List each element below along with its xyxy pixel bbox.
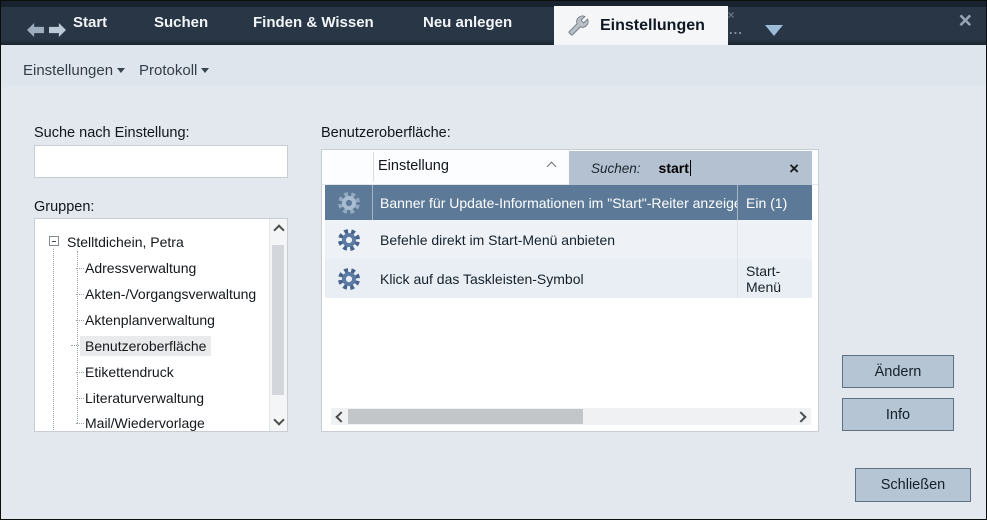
column-header-einstellung[interactable]: Einstellung bbox=[378, 158, 449, 174]
tree-root-node[interactable]: Stelltdichein, Petra bbox=[67, 233, 184, 251]
search-setting-input[interactable] bbox=[34, 145, 288, 178]
table-horizontal-scrollbar[interactable] bbox=[331, 408, 811, 425]
table-row-befehle-startmenu[interactable]: Befehle direkt im Start-Menü anbieten bbox=[325, 220, 812, 259]
search-clear-icon[interactable]: × bbox=[789, 160, 799, 177]
table-header: Einstellung Suchen: start × bbox=[322, 150, 818, 185]
scroll-right-icon[interactable] bbox=[795, 411, 806, 422]
tab-finden-wissen[interactable]: Finden & Wissen bbox=[253, 1, 374, 45]
gear-icon bbox=[325, 259, 373, 298]
menu-bar: Einstellungen Protokoll bbox=[1, 45, 986, 85]
tree-item-aktenplan[interactable]: Aktenplanverwaltung bbox=[85, 311, 215, 329]
table-row-banner-update[interactable]: Banner für Update-Informationen im "Star… bbox=[325, 185, 812, 220]
tree-item-literatur[interactable]: Literaturverwaltung bbox=[85, 389, 204, 407]
setting-value bbox=[737, 220, 812, 259]
tree-connector-line bbox=[53, 249, 54, 430]
scroll-left-icon[interactable] bbox=[335, 411, 346, 422]
tree-item-mail-wiedervorlage[interactable]: Mail/Wiedervorlage bbox=[85, 414, 205, 432]
scrollbar-thumb[interactable] bbox=[348, 409, 583, 424]
tree-expander-icon[interactable] bbox=[49, 236, 59, 246]
menu-protokoll-label: Protokoll bbox=[139, 62, 197, 79]
groups-label: Gruppen: bbox=[34, 199, 94, 215]
menu-einstellungen[interactable]: Einstellungen bbox=[23, 62, 125, 79]
tree-item-benutzeroberflaeche[interactable]: Benutzeroberfläche bbox=[80, 336, 211, 356]
menu-dropdown-caret-icon bbox=[201, 68, 209, 73]
tab-bar: Start Suchen Finden & Wissen Neu anlegen… bbox=[1, 1, 986, 45]
search-setting-label: Suche nach Einstellung: bbox=[34, 125, 190, 141]
scroll-down-icon[interactable] bbox=[273, 414, 284, 425]
tab-overflow-ellipsis[interactable]: ... bbox=[729, 22, 743, 37]
settings-table: Einstellung Suchen: start × Banner für U… bbox=[321, 149, 819, 432]
tab-neu-anlegen[interactable]: Neu anlegen bbox=[423, 1, 512, 45]
settings-window: Start Suchen Finden & Wissen Neu anlegen… bbox=[0, 0, 987, 520]
gear-icon bbox=[325, 220, 373, 259]
schliessen-button[interactable]: Schließen bbox=[855, 468, 971, 502]
window-close-icon[interactable]: × bbox=[959, 9, 972, 32]
active-tab-label: Einstellungen bbox=[600, 17, 705, 35]
table-search-label: Suchen: bbox=[591, 161, 641, 176]
wrench-icon bbox=[568, 15, 589, 36]
setting-name: Klick auf das Taskleisten-Symbol bbox=[373, 271, 737, 287]
menu-einstellungen-label: Einstellungen bbox=[23, 62, 113, 79]
setting-value: Start-Menü bbox=[737, 259, 812, 298]
forward-arrow-icon[interactable] bbox=[49, 23, 66, 37]
tab-list-dropdown-icon[interactable] bbox=[765, 25, 783, 36]
info-button[interactable]: Info bbox=[842, 398, 954, 431]
text-cursor bbox=[690, 160, 691, 176]
tree-vertical-scrollbar[interactable] bbox=[269, 219, 287, 431]
nav-history-arrows bbox=[27, 23, 66, 37]
sort-ascending-icon[interactable] bbox=[547, 162, 557, 172]
tab-suchen[interactable]: Suchen bbox=[154, 1, 208, 45]
setting-value: Ein (1) bbox=[737, 185, 812, 220]
scrollbar-thumb[interactable] bbox=[272, 245, 284, 395]
setting-name: Banner für Update-Informationen im "Star… bbox=[373, 195, 737, 211]
tree-item-adressverwaltung[interactable]: Adressverwaltung bbox=[85, 259, 196, 277]
back-arrow-icon[interactable] bbox=[27, 23, 44, 37]
table-row-taskleisten-symbol[interactable]: Klick auf das Taskleisten-Symbol Start-M… bbox=[325, 259, 812, 298]
aendern-button[interactable]: Ändern bbox=[842, 355, 954, 388]
menu-dropdown-caret-icon bbox=[117, 68, 125, 73]
table-search-value[interactable]: start bbox=[659, 160, 689, 176]
setting-name: Befehle direkt im Start-Menü anbieten bbox=[373, 232, 737, 248]
menu-protokoll[interactable]: Protokoll bbox=[139, 62, 209, 79]
column-separator bbox=[373, 152, 374, 182]
tab-einstellungen-active[interactable]: Einstellungen × bbox=[554, 6, 728, 45]
tab-close-icon[interactable]: × bbox=[724, 8, 738, 22]
tab-start[interactable]: Start bbox=[73, 1, 107, 45]
table-search-box[interactable]: Suchen: start × bbox=[569, 151, 812, 185]
gear-icon bbox=[325, 185, 373, 220]
panel-label-benutzeroberflaeche: Benutzeroberfläche: bbox=[321, 125, 451, 141]
tree-item-etikettendruck[interactable]: Etikettendruck bbox=[85, 363, 174, 381]
scroll-up-icon[interactable] bbox=[273, 224, 284, 235]
tree-item-akten-vorgang[interactable]: Akten-/Vorgangsverwaltung bbox=[85, 285, 256, 303]
groups-tree: Stelltdichein, Petra Adressverwaltung Ak… bbox=[34, 218, 288, 432]
